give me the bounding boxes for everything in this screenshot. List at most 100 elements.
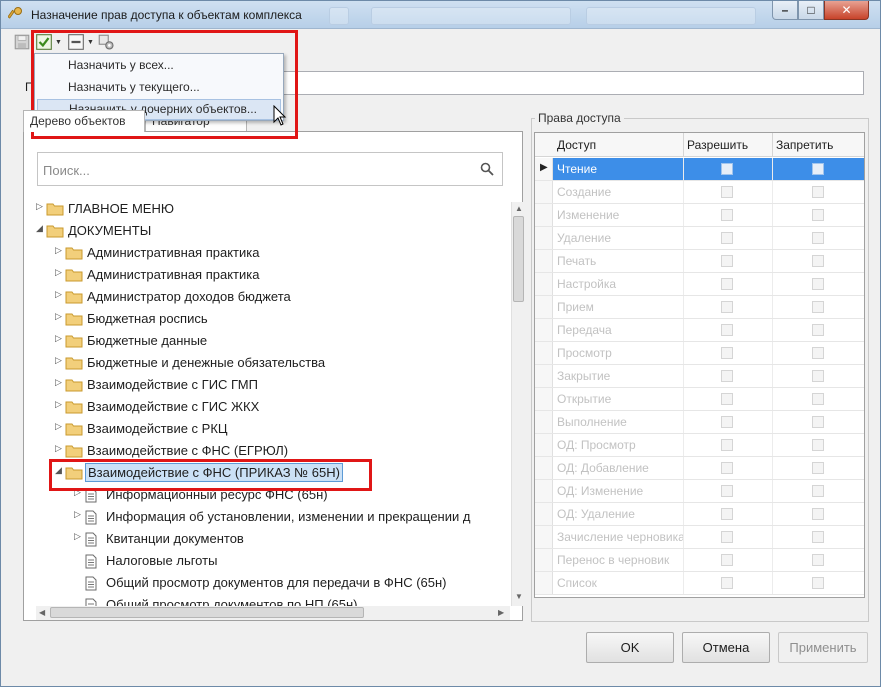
allow-checkbox[interactable] [721, 508, 733, 520]
rights-row[interactable]: ОД: Удаление [535, 503, 864, 526]
row-header[interactable] [535, 319, 553, 341]
rights-row[interactable]: Печать [535, 250, 864, 273]
rights-row[interactable]: Закрытие [535, 365, 864, 388]
rights-row[interactable]: Перенос в черновик [535, 549, 864, 572]
deny-checkbox[interactable] [812, 554, 824, 566]
deny-checkbox[interactable] [812, 163, 824, 175]
deny-checkbox[interactable] [812, 393, 824, 405]
rights-row[interactable]: Создание [535, 181, 864, 204]
ok-button[interactable]: OK [586, 632, 674, 663]
allow-checkbox[interactable] [721, 439, 733, 451]
row-header[interactable] [535, 526, 553, 548]
rights-row[interactable]: Список [535, 572, 864, 595]
allow-checkbox[interactable] [721, 347, 733, 359]
expand-arrow-icon[interactable]: ▷ [55, 245, 65, 256]
expand-arrow-icon[interactable]: ▷ [55, 267, 65, 278]
rights-row[interactable]: Настройка [535, 273, 864, 296]
expand-arrow-icon[interactable]: ▷ [36, 201, 46, 212]
rights-row[interactable]: ▶ Чтение [535, 158, 864, 181]
rights-row[interactable]: ОД: Изменение [535, 480, 864, 503]
rights-row[interactable]: Удаление [535, 227, 864, 250]
allow-checkbox[interactable] [721, 186, 733, 198]
apply-button[interactable]: Применить [778, 632, 868, 663]
row-header[interactable] [535, 457, 553, 479]
allow-checkbox[interactable] [721, 554, 733, 566]
expand-arrow-icon[interactable]: ▷ [74, 531, 84, 542]
deny-checkbox[interactable] [812, 416, 824, 428]
column-header-access[interactable]: Доступ [557, 138, 596, 152]
allow-checkbox[interactable] [721, 370, 733, 382]
tree-horizontal-scroll-thumb[interactable] [50, 607, 364, 618]
deny-checkbox[interactable] [812, 301, 824, 313]
row-header[interactable] [535, 388, 553, 410]
scroll-down-icon[interactable]: ▼ [515, 592, 523, 601]
expand-arrow-icon[interactable]: ▷ [55, 421, 65, 432]
deny-checkbox[interactable] [812, 508, 824, 520]
row-header[interactable] [535, 480, 553, 502]
rights-row[interactable]: Прием [535, 296, 864, 319]
cancel-button[interactable]: Отмена [682, 632, 770, 663]
deny-checkbox[interactable] [812, 347, 824, 359]
allow-checkbox[interactable] [721, 462, 733, 474]
rights-row[interactable]: Передача [535, 319, 864, 342]
tab-object-tree[interactable]: Дерево объектов [23, 110, 145, 132]
rights-row[interactable]: ОД: Просмотр [535, 434, 864, 457]
row-header[interactable] [535, 411, 553, 433]
collapse-arrow-icon[interactable]: ◢ [36, 223, 46, 234]
row-header[interactable] [535, 572, 553, 594]
scroll-left-icon[interactable]: ◀ [39, 608, 45, 617]
allow-checkbox[interactable] [721, 278, 733, 290]
allow-checkbox[interactable] [721, 255, 733, 267]
deny-checkbox[interactable] [812, 324, 824, 336]
column-header-allow[interactable]: Разрешить [687, 138, 748, 152]
allow-checkbox[interactable] [721, 416, 733, 428]
tree-vertical-scrollbar[interactable]: ▲ ▼ [511, 202, 524, 606]
deny-checkbox[interactable] [812, 278, 824, 290]
allow-checkbox[interactable] [721, 324, 733, 336]
deny-checkbox[interactable] [812, 485, 824, 497]
expand-arrow-icon[interactable]: ▷ [55, 399, 65, 410]
expand-arrow-icon[interactable]: ▷ [55, 333, 65, 344]
deny-checkbox[interactable] [812, 255, 824, 267]
row-header[interactable] [535, 204, 553, 226]
row-header[interactable] [535, 503, 553, 525]
rights-row[interactable]: Изменение [535, 204, 864, 227]
deny-checkbox[interactable] [812, 462, 824, 474]
expand-arrow-icon[interactable]: ▷ [55, 289, 65, 300]
allow-checkbox[interactable] [721, 531, 733, 543]
deny-checkbox[interactable] [812, 232, 824, 244]
row-header[interactable] [535, 296, 553, 318]
minimize-button[interactable]: – [772, 1, 798, 20]
rights-row[interactable]: ОД: Добавление [535, 457, 864, 480]
search-input[interactable]: Поиск... [37, 152, 503, 186]
allow-checkbox[interactable] [721, 393, 733, 405]
rights-row[interactable]: Выполнение [535, 411, 864, 434]
allow-checkbox[interactable] [721, 163, 733, 175]
deny-checkbox[interactable] [812, 577, 824, 589]
allow-checkbox[interactable] [721, 485, 733, 497]
rights-row[interactable]: Зачисление черновика [535, 526, 864, 549]
tree-vertical-scroll-thumb[interactable] [513, 216, 524, 302]
deny-checkbox[interactable] [812, 439, 824, 451]
scroll-up-icon[interactable]: ▲ [515, 204, 523, 213]
deny-checkbox[interactable] [812, 370, 824, 382]
expand-arrow-icon[interactable]: ▷ [55, 355, 65, 366]
rights-row[interactable]: Открытие [535, 388, 864, 411]
save-icon[interactable] [13, 33, 31, 51]
row-header[interactable] [535, 434, 553, 456]
column-header-deny[interactable]: Запретить [776, 138, 833, 152]
deny-checkbox[interactable] [812, 531, 824, 543]
expand-arrow-icon[interactable]: ▷ [55, 377, 65, 388]
allow-checkbox[interactable] [721, 301, 733, 313]
scroll-right-icon[interactable]: ▶ [498, 608, 504, 617]
rights-row[interactable]: Просмотр [535, 342, 864, 365]
row-header[interactable] [535, 549, 553, 571]
expand-arrow-icon[interactable]: ▷ [55, 311, 65, 322]
row-header[interactable]: ▶ [535, 158, 553, 180]
row-header[interactable] [535, 342, 553, 364]
deny-checkbox[interactable] [812, 209, 824, 221]
search-icon[interactable] [480, 162, 494, 176]
expand-arrow-icon[interactable]: ▷ [55, 443, 65, 454]
row-header[interactable] [535, 181, 553, 203]
row-header[interactable] [535, 365, 553, 387]
